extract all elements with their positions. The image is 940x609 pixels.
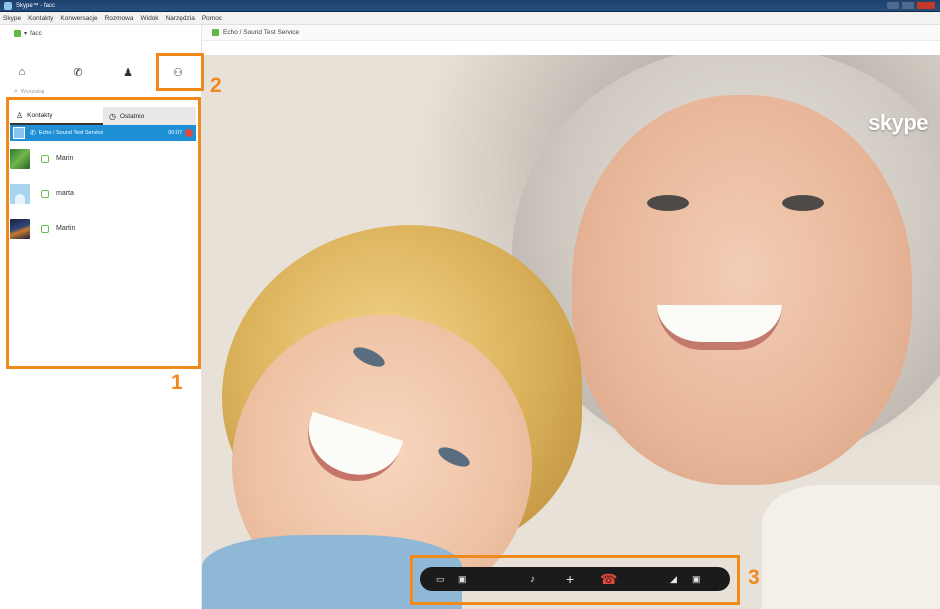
window-controls — [886, 1, 936, 10]
menu-pomoc[interactable]: Pomoc — [202, 15, 222, 22]
user-status[interactable]: ▾ facc — [0, 25, 201, 41]
online-status-icon — [212, 29, 219, 36]
conversation-header: Echo / Sound Test Service — [202, 25, 940, 41]
skype-app-icon — [4, 1, 12, 10]
video-photo-part — [782, 195, 824, 211]
menu-rozmowa[interactable]: Rozmowa — [105, 15, 134, 22]
menu-konwersacje[interactable]: Konwersacje — [60, 15, 97, 22]
video-feed: skype — [202, 55, 940, 609]
search-icon: ⌕ — [14, 88, 18, 95]
menu-narzedzia[interactable]: Narzędzia — [166, 15, 195, 22]
annotation-number-2: 2 — [210, 74, 222, 97]
search-field[interactable]: ⌕ Wyszukaj — [14, 87, 44, 97]
window-title: Skype™ - facc — [16, 2, 56, 9]
menu-widok[interactable]: Widok — [141, 15, 159, 22]
annotation-box-contacts — [6, 97, 201, 369]
menu-kontakty[interactable]: Kontakty — [28, 15, 53, 22]
menu-skype[interactable]: Skype — [3, 15, 21, 22]
status-dropdown-icon: ▾ — [24, 30, 28, 37]
home-button[interactable]: ⌂ — [14, 64, 30, 80]
user-name: facc — [30, 29, 42, 37]
annotation-number-1: 1 — [171, 371, 183, 394]
video-photo-part — [647, 195, 689, 211]
minimize-button[interactable] — [886, 1, 900, 10]
skype-logo: skype — [868, 110, 928, 135]
video-photo-part — [762, 485, 940, 609]
group-icon: ♟ — [123, 66, 133, 79]
maximize-button[interactable] — [901, 1, 915, 10]
phone-icon: ✆ — [73, 66, 83, 79]
close-button[interactable] — [916, 1, 936, 10]
home-icon: ⌂ — [18, 66, 26, 78]
annotation-box-add-contact — [156, 53, 204, 91]
search-placeholder: Wyszukaj — [20, 89, 45, 95]
conversation-pane: Echo / Sound Test Service skype ▭ ▣ ♪ + … — [202, 25, 940, 609]
title-bar: Skype™ - facc — [0, 0, 940, 12]
online-status-icon — [14, 29, 21, 37]
menu-bar: Skype Kontakty Konwersacje Rozmowa Widok… — [0, 12, 940, 25]
skype-window: Skype™ - facc Skype Kontakty Konwersacje… — [0, 0, 940, 609]
create-group-button[interactable]: ♟ — [120, 64, 136, 80]
call-phone-button[interactable]: ✆ — [70, 64, 86, 80]
annotation-box-call-controls — [410, 555, 740, 605]
annotation-number-3: 3 — [748, 566, 760, 589]
video-photo-part — [572, 95, 912, 485]
conversation-title: Echo / Sound Test Service — [223, 29, 300, 36]
